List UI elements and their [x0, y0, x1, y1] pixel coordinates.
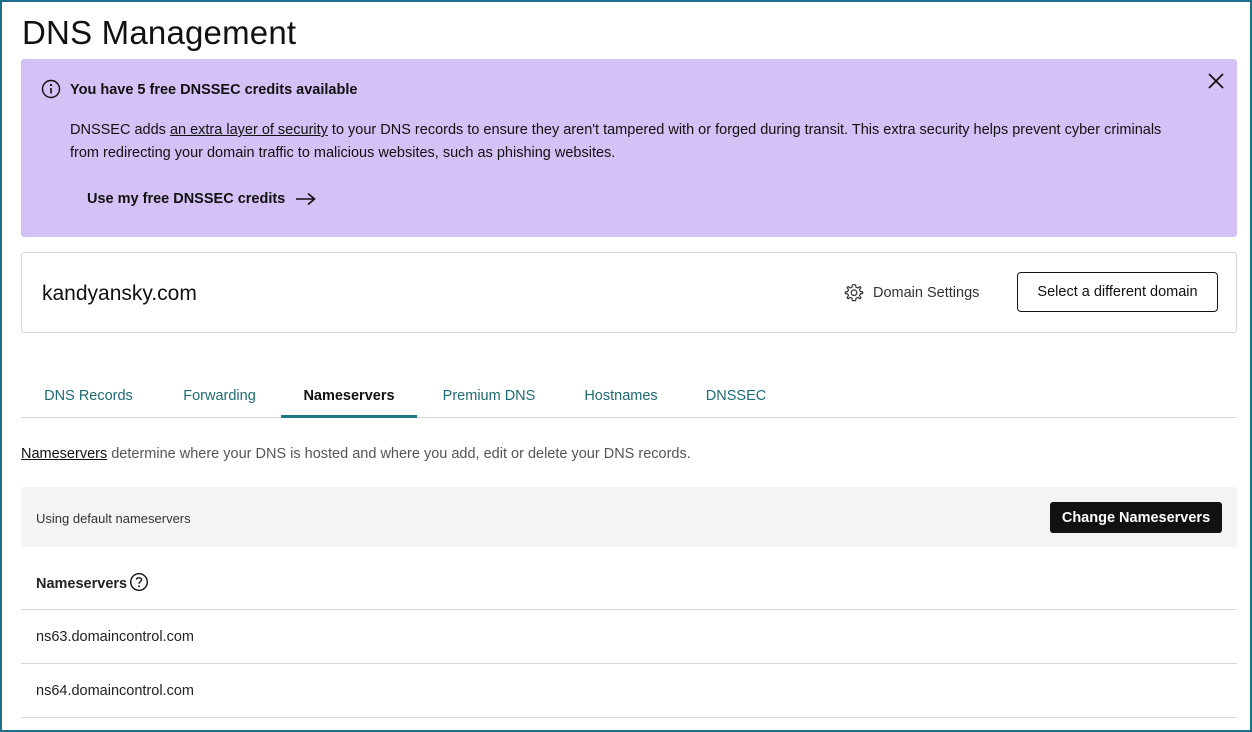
tab-premium-dns[interactable]: Premium DNS: [426, 378, 552, 418]
info-icon: [41, 79, 61, 99]
nameserver-value: ns64.domaincontrol.com: [36, 683, 194, 699]
default-nameservers-panel: Using default nameservers Change Nameser…: [21, 487, 1237, 547]
tab-dnssec[interactable]: DNSSEC: [691, 378, 781, 418]
arrow-right-icon: [296, 192, 316, 206]
banner-text-start: DNSSEC adds: [70, 122, 170, 138]
domain-name: kandyansky.com: [42, 282, 197, 305]
gear-icon: [844, 284, 864, 302]
extra-security-link[interactable]: an extra layer of security: [170, 122, 328, 138]
domain-settings-link[interactable]: Domain Settings: [844, 283, 979, 303]
page-title: DNS Management: [22, 14, 297, 51]
help-circle-icon[interactable]: [129, 572, 149, 592]
domain-settings-label: Domain Settings: [873, 285, 980, 301]
domain-card: kandyansky.com Domain Settings Select a …: [21, 252, 1237, 333]
dnssec-credits-banner: You have 5 free DNSSEC credits available…: [21, 59, 1237, 237]
close-icon[interactable]: [1205, 70, 1227, 92]
nameservers-help-link[interactable]: Nameservers: [21, 446, 107, 462]
tab-nameservers[interactable]: Nameservers: [281, 378, 417, 418]
nameserver-row: ns63.domaincontrol.com: [21, 610, 1237, 664]
use-dnssec-credits-button[interactable]: Use my free DNSSEC credits: [87, 187, 317, 211]
nameservers-list-title: Nameservers: [36, 576, 128, 592]
banner-title: You have 5 free DNSSEC credits available: [70, 82, 358, 98]
nameserver-row: ns64.domaincontrol.com: [21, 664, 1237, 718]
banner-text: DNSSEC adds an extra layer of security t…: [70, 119, 1180, 165]
select-different-domain-button[interactable]: Select a different domain: [1017, 272, 1218, 312]
nameservers-description-text: determine where your DNS is hosted and w…: [107, 446, 691, 462]
nameserver-value: ns63.domaincontrol.com: [36, 629, 194, 645]
tab-forwarding[interactable]: Forwarding: [161, 378, 278, 418]
default-nameservers-text: Using default nameservers: [36, 511, 191, 526]
tab-hostnames[interactable]: Hostnames: [571, 378, 671, 418]
dns-tabs: DNS Records Forwarding Nameservers Premi…: [21, 378, 1237, 418]
cta-label: Use my free DNSSEC credits: [87, 191, 286, 207]
tab-dns-records[interactable]: DNS Records: [21, 378, 156, 418]
nameservers-list-header: Nameservers: [21, 563, 1237, 610]
nameservers-description: Nameservers determine where your DNS is …: [21, 446, 691, 462]
change-nameservers-button[interactable]: Change Nameservers: [1050, 502, 1222, 533]
